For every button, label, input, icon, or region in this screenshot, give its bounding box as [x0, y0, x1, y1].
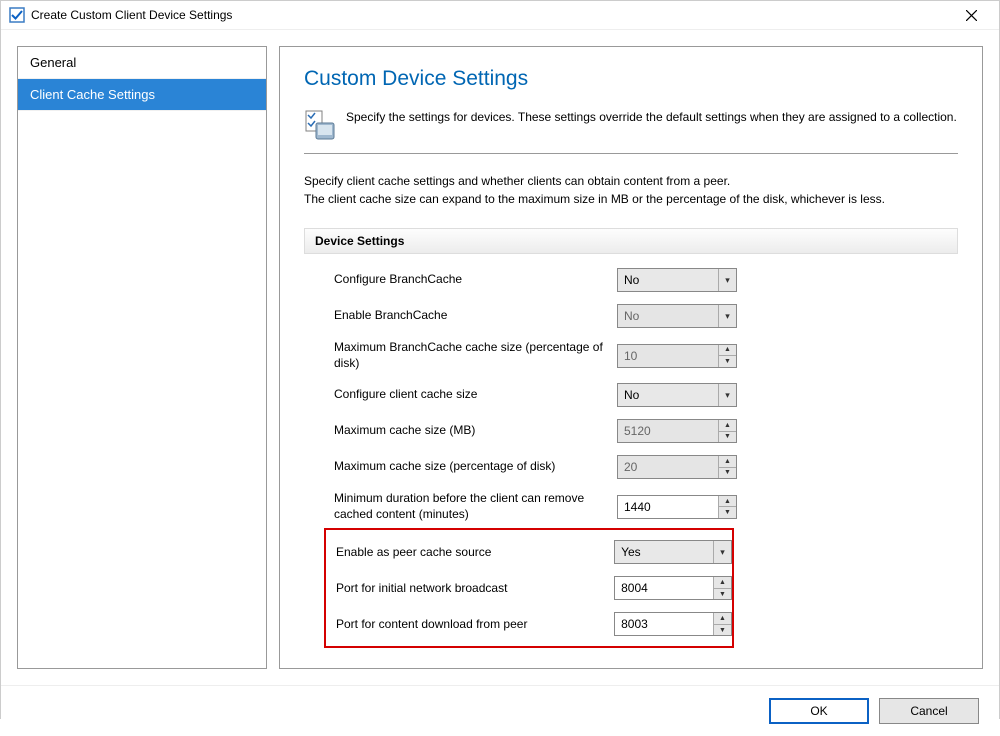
- spinner-arrows: ▲▼: [718, 456, 736, 478]
- spinner-control[interactable]: 8004▲▼: [614, 576, 732, 600]
- help-line-1: Specify client cache settings and whethe…: [304, 172, 958, 190]
- setting-row: Maximum cache size (MB) 5120▲▼: [334, 413, 954, 449]
- setting-row: Port for initial network broadcast 8004▲▼: [336, 570, 732, 606]
- description-row: Specify the settings for devices. These …: [304, 109, 958, 141]
- spinner-arrows[interactable]: ▲▼: [713, 577, 731, 599]
- spinner-control: 5120▲▼: [617, 419, 737, 443]
- control-value: 8004: [615, 577, 713, 599]
- control-value: 10: [618, 345, 718, 367]
- settings-body: Configure BranchCacheNo▾Enable BranchCac…: [304, 262, 958, 648]
- setting-row: Configure BranchCache No▾: [334, 262, 954, 298]
- dialog-window: Create Custom Client Device Settings Gen…: [0, 0, 1000, 719]
- setting-label: Maximum cache size (percentage of disk): [334, 459, 609, 475]
- control-value: Yes: [615, 541, 713, 563]
- spinner-arrows[interactable]: ▲▼: [718, 496, 736, 518]
- spinner-up-icon[interactable]: ▲: [714, 577, 731, 589]
- setting-row: Maximum BranchCache cache size (percenta…: [334, 334, 954, 377]
- spinner-arrows: ▲▼: [718, 420, 736, 442]
- setting-row: Enable as peer cache source Yes▾: [336, 534, 732, 570]
- titlebar: Create Custom Client Device Settings: [1, 1, 999, 30]
- dropdown-control: No▾: [617, 304, 737, 328]
- spinner-arrows[interactable]: ▲▼: [713, 613, 731, 635]
- control-value: No: [618, 384, 718, 406]
- setting-label: Configure client cache size: [334, 387, 609, 403]
- spinner-down-icon: ▼: [719, 468, 736, 479]
- setting-label: Port for content download from peer: [336, 617, 606, 633]
- sidebar-item-general[interactable]: General: [18, 47, 266, 79]
- footer: OK Cancel: [1, 685, 999, 736]
- dropdown-control[interactable]: Yes▾: [614, 540, 732, 564]
- divider: [304, 153, 958, 154]
- setting-label: Enable BranchCache: [334, 308, 609, 324]
- spinner-arrows: ▲▼: [718, 345, 736, 367]
- chevron-down-icon[interactable]: ▾: [718, 384, 736, 406]
- setting-label: Configure BranchCache: [334, 272, 609, 288]
- setting-label: Maximum BranchCache cache size (percenta…: [334, 340, 609, 371]
- spinner-down-icon[interactable]: ▼: [714, 625, 731, 636]
- setting-row: Minimum duration before the client can r…: [334, 485, 954, 528]
- content-area: GeneralClient Cache Settings Custom Devi…: [1, 30, 999, 685]
- setting-row: Maximum cache size (percentage of disk) 2…: [334, 449, 954, 485]
- settings-checklist-icon: [304, 109, 336, 141]
- spinner-control: 10▲▼: [617, 344, 737, 368]
- control-value: 20: [618, 456, 718, 478]
- spinner-up-icon[interactable]: ▲: [719, 496, 736, 508]
- section-header: Device Settings: [304, 228, 958, 254]
- spinner-control: 20▲▼: [617, 455, 737, 479]
- dropdown-control[interactable]: No▾: [617, 268, 737, 292]
- spinner-control[interactable]: 1440▲▼: [617, 495, 737, 519]
- setting-label: Enable as peer cache source: [336, 545, 606, 561]
- description-text: Specify the settings for devices. These …: [346, 109, 957, 126]
- close-button[interactable]: [951, 1, 991, 29]
- spinner-up-icon: ▲: [719, 420, 736, 432]
- cancel-button[interactable]: Cancel: [879, 698, 979, 724]
- setting-label: Minimum duration before the client can r…: [334, 491, 609, 522]
- control-value: 5120: [618, 420, 718, 442]
- help-text: Specify client cache settings and whethe…: [304, 172, 958, 208]
- setting-row: Configure client cache size No▾: [334, 377, 954, 413]
- dropdown-control[interactable]: No▾: [617, 383, 737, 407]
- ok-button[interactable]: OK: [769, 698, 869, 724]
- highlight-box: Enable as peer cache source Yes▾ Port for …: [324, 528, 734, 648]
- page-title: Custom Device Settings: [304, 67, 958, 91]
- setting-label: Maximum cache size (MB): [334, 423, 609, 439]
- spinner-down-icon: ▼: [719, 432, 736, 443]
- spinner-down-icon: ▼: [719, 356, 736, 367]
- help-line-2: The client cache size can expand to the …: [304, 190, 958, 208]
- setting-row: Enable BranchCache No▾: [334, 298, 954, 334]
- control-value: 8003: [615, 613, 713, 635]
- chevron-down-icon[interactable]: ▾: [718, 269, 736, 291]
- spinner-control[interactable]: 8003▲▼: [614, 612, 732, 636]
- spinner-up-icon[interactable]: ▲: [714, 613, 731, 625]
- spinner-up-icon: ▲: [719, 345, 736, 357]
- spinner-down-icon[interactable]: ▼: [719, 507, 736, 518]
- spinner-up-icon: ▲: [719, 456, 736, 468]
- app-icon: [9, 7, 25, 23]
- window-title: Create Custom Client Device Settings: [31, 8, 951, 22]
- control-value: No: [618, 305, 718, 327]
- sidebar: GeneralClient Cache Settings: [17, 46, 267, 669]
- sidebar-item-client-cache-settings[interactable]: Client Cache Settings: [18, 79, 266, 111]
- control-value: No: [618, 269, 718, 291]
- setting-row: Port for content download from peer 8003▲…: [336, 606, 732, 642]
- spinner-down-icon[interactable]: ▼: [714, 589, 731, 600]
- setting-label: Port for initial network broadcast: [336, 581, 606, 597]
- control-value: 1440: [618, 496, 718, 518]
- chevron-down-icon: ▾: [718, 305, 736, 327]
- chevron-down-icon[interactable]: ▾: [713, 541, 731, 563]
- main-panel: Custom Device Settings Specify the setti…: [279, 46, 983, 669]
